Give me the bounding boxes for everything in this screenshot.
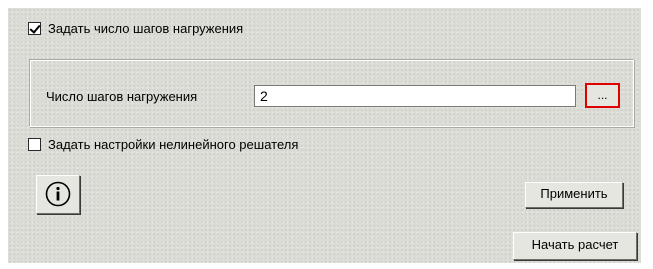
load-steps-field-label: Число шагов нагружения: [46, 89, 198, 104]
nonlinear-solver-checkbox-label[interactable]: Задать настройки нелинейного решателя: [48, 137, 298, 152]
info-icon: [45, 181, 71, 207]
info-button[interactable]: [36, 175, 80, 214]
load-steps-checkbox[interactable]: [28, 22, 41, 35]
load-steps-input-value: 2: [260, 88, 268, 104]
nonlinear-solver-checkbox[interactable]: [28, 138, 41, 151]
load-steps-checkbox-label[interactable]: Задать число шагов нагружения: [48, 21, 243, 36]
browse-button[interactable]: ...: [585, 83, 620, 108]
apply-button[interactable]: Применить: [525, 182, 623, 208]
settings-panel: Задать число шагов нагружения Число шаго…: [8, 8, 641, 263]
checkmark-icon: [29, 22, 41, 34]
start-calculation-button[interactable]: Начать расчет: [513, 232, 637, 260]
load-steps-input[interactable]: 2: [254, 85, 576, 107]
